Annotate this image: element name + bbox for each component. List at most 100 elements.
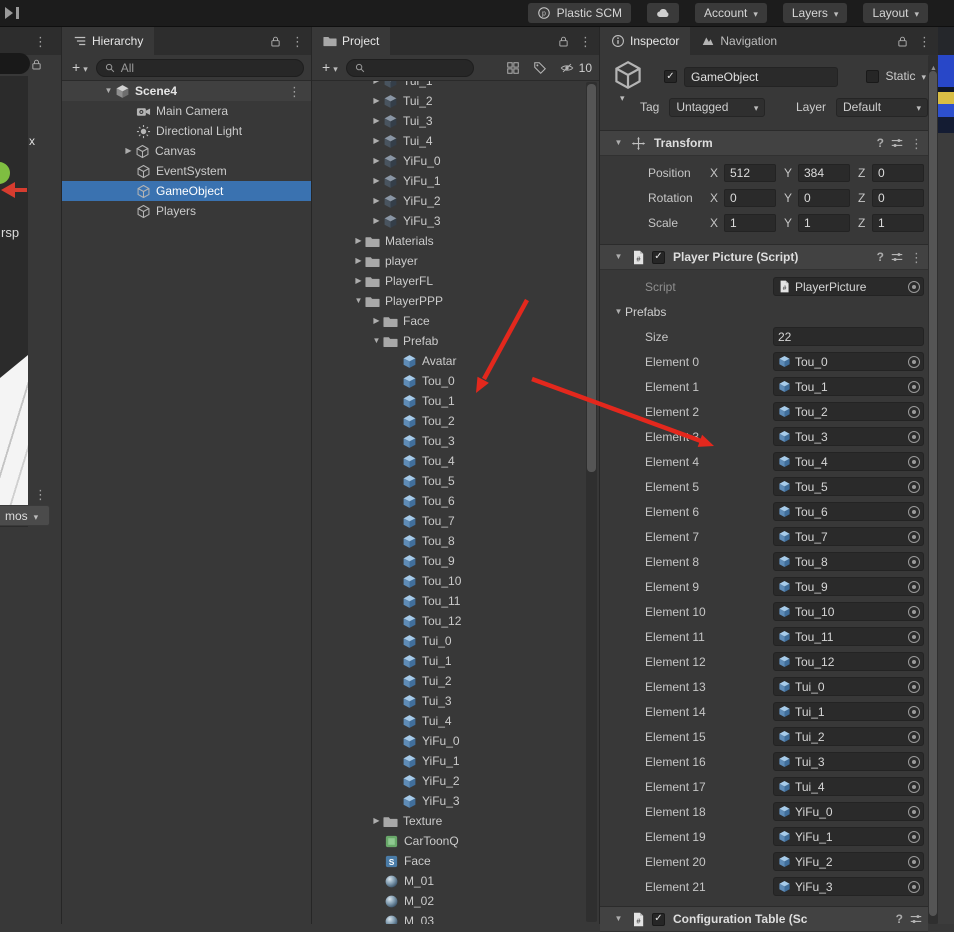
project-prefab[interactable]: Tou_2 bbox=[312, 411, 585, 431]
prefabs-foldout[interactable]: Prefabs bbox=[600, 299, 928, 324]
position-z-field[interactable]: 0 bbox=[872, 163, 924, 182]
enabled-checkbox[interactable] bbox=[652, 250, 665, 264]
transform-header[interactable]: Transform bbox=[600, 130, 928, 156]
object-picker-icon[interactable] bbox=[908, 680, 920, 693]
gizmos-dropdown-fragment[interactable]: mos bbox=[0, 505, 50, 526]
element-object-field[interactable]: Tou_5 bbox=[773, 477, 924, 496]
project-item[interactable]: YiFu_3 bbox=[312, 211, 585, 231]
tab-project[interactable]: Project bbox=[312, 27, 391, 55]
foldout-arrow-icon[interactable] bbox=[612, 915, 625, 923]
object-picker-icon[interactable] bbox=[908, 705, 920, 718]
lock-icon[interactable] bbox=[269, 35, 282, 48]
element-object-field[interactable]: Tou_7 bbox=[773, 527, 924, 546]
expand-arrow-icon[interactable] bbox=[102, 87, 115, 95]
kebab-menu-icon[interactable] bbox=[34, 35, 47, 48]
kebab-menu-icon[interactable] bbox=[291, 35, 304, 48]
element-object-field[interactable]: Tou_10 bbox=[773, 602, 924, 621]
expand-arrow-icon[interactable] bbox=[370, 97, 383, 105]
element-object-field[interactable]: Tou_9 bbox=[773, 577, 924, 596]
rotation-y-field[interactable]: 0 bbox=[798, 188, 850, 207]
element-object-field[interactable]: Tou_8 bbox=[773, 552, 924, 571]
project-prefab[interactable]: YiFu_1 bbox=[312, 751, 585, 771]
expand-arrow-icon[interactable] bbox=[370, 817, 383, 825]
add-asset-button[interactable] bbox=[319, 60, 341, 75]
add-object-button[interactable] bbox=[69, 60, 91, 75]
expand-arrow-icon[interactable] bbox=[370, 137, 383, 145]
element-object-field[interactable]: Tui_1 bbox=[773, 702, 924, 721]
object-picker-icon[interactable] bbox=[908, 530, 920, 543]
project-folder[interactable]: Materials bbox=[312, 231, 585, 251]
expand-arrow-icon[interactable] bbox=[370, 337, 383, 345]
project-prefab[interactable]: Tui_0 bbox=[312, 631, 585, 651]
project-item[interactable]: Tui_4 bbox=[312, 131, 585, 151]
script-object-field[interactable]: PlayerPicture bbox=[773, 277, 924, 296]
expand-arrow-icon[interactable] bbox=[370, 177, 383, 185]
scale-y-field[interactable]: 1 bbox=[798, 213, 850, 232]
object-picker-icon[interactable] bbox=[908, 280, 920, 293]
project-folder[interactable]: Face bbox=[312, 311, 585, 331]
element-object-field[interactable]: Tou_0 bbox=[773, 352, 924, 371]
project-item[interactable]: Tui_1 bbox=[312, 81, 585, 91]
size-field[interactable]: 22 bbox=[773, 327, 924, 346]
search-by-type-icon[interactable] bbox=[506, 61, 520, 75]
lock-icon[interactable] bbox=[30, 58, 43, 71]
object-picker-icon[interactable] bbox=[908, 480, 920, 493]
kebab-menu-icon[interactable] bbox=[579, 35, 592, 48]
expand-arrow-icon[interactable] bbox=[370, 317, 383, 325]
project-prefab[interactable]: Tou_3 bbox=[312, 431, 585, 451]
hierarchy-item-players[interactable]: Players bbox=[62, 201, 311, 221]
y-axis-gizmo-ball[interactable] bbox=[0, 162, 10, 184]
element-object-field[interactable]: Tui_0 bbox=[773, 677, 924, 696]
project-prefab[interactable]: Tui_3 bbox=[312, 691, 585, 711]
project-prefab[interactable]: Tou_9 bbox=[312, 551, 585, 571]
project-prefab[interactable]: Tou_1 bbox=[312, 391, 585, 411]
scene-dropdown-fragment[interactable] bbox=[0, 53, 30, 74]
project-asset[interactable]: CarToonQ bbox=[312, 831, 585, 851]
project-material[interactable]: M_03 bbox=[312, 911, 585, 924]
static-checkbox[interactable] bbox=[866, 69, 880, 83]
project-prefab[interactable]: Tou_11 bbox=[312, 591, 585, 611]
expand-arrow-icon[interactable] bbox=[370, 157, 383, 165]
project-material[interactable]: M_01 bbox=[312, 871, 585, 891]
object-picker-icon[interactable] bbox=[908, 855, 920, 868]
project-item[interactable]: Tui_2 bbox=[312, 91, 585, 111]
project-prefab[interactable]: Tou_6 bbox=[312, 491, 585, 511]
element-object-field[interactable]: YiFu_2 bbox=[773, 852, 924, 871]
element-object-field[interactable]: Tou_3 bbox=[773, 427, 924, 446]
scale-z-field[interactable]: 1 bbox=[872, 213, 924, 232]
element-object-field[interactable]: YiFu_3 bbox=[773, 877, 924, 896]
expand-arrow-icon[interactable] bbox=[370, 217, 383, 225]
lock-icon[interactable] bbox=[557, 35, 570, 48]
object-picker-icon[interactable] bbox=[908, 880, 920, 893]
project-folder[interactable]: Texture bbox=[312, 811, 585, 831]
element-object-field[interactable]: Tou_6 bbox=[773, 502, 924, 521]
scrollbar-thumb[interactable] bbox=[587, 84, 596, 472]
hidden-packages-icon[interactable] bbox=[560, 61, 574, 75]
project-folder[interactable]: PlayerFL bbox=[312, 271, 585, 291]
project-prefab[interactable]: Tou_10 bbox=[312, 571, 585, 591]
project-scrollbar[interactable] bbox=[586, 82, 597, 922]
kebab-menu-icon[interactable] bbox=[918, 35, 931, 48]
hierarchy-item-directional-light[interactable]: Directional Light bbox=[62, 121, 311, 141]
rotation-x-field[interactable]: 0 bbox=[724, 188, 776, 207]
project-asset[interactable]: Face bbox=[312, 851, 585, 871]
object-picker-icon[interactable] bbox=[908, 555, 920, 568]
tab-inspector[interactable]: Inspector bbox=[600, 27, 691, 55]
element-object-field[interactable]: Tou_11 bbox=[773, 627, 924, 646]
kebab-menu-icon[interactable] bbox=[910, 137, 923, 150]
object-picker-icon[interactable] bbox=[908, 455, 920, 468]
gameobject-name-field[interactable]: GameObject bbox=[684, 67, 838, 87]
foldout-arrow-icon[interactable] bbox=[612, 253, 625, 261]
project-prefab[interactable]: YiFu_0 bbox=[312, 731, 585, 751]
active-checkbox[interactable] bbox=[664, 70, 677, 83]
project-folder[interactable]: player bbox=[312, 251, 585, 271]
search-by-label-icon[interactable] bbox=[533, 61, 547, 75]
expand-arrow-icon[interactable] bbox=[352, 237, 365, 245]
plastic-scm-button[interactable]: Plastic SCM bbox=[527, 3, 631, 23]
kebab-menu-icon[interactable] bbox=[910, 251, 923, 264]
object-picker-icon[interactable] bbox=[908, 755, 920, 768]
position-x-field[interactable]: 512 bbox=[724, 163, 776, 182]
hierarchy-item-gameobject-selected[interactable]: GameObject bbox=[62, 181, 311, 201]
layer-dropdown[interactable]: Default bbox=[836, 97, 928, 117]
hierarchy-search-input[interactable]: All bbox=[95, 58, 304, 77]
